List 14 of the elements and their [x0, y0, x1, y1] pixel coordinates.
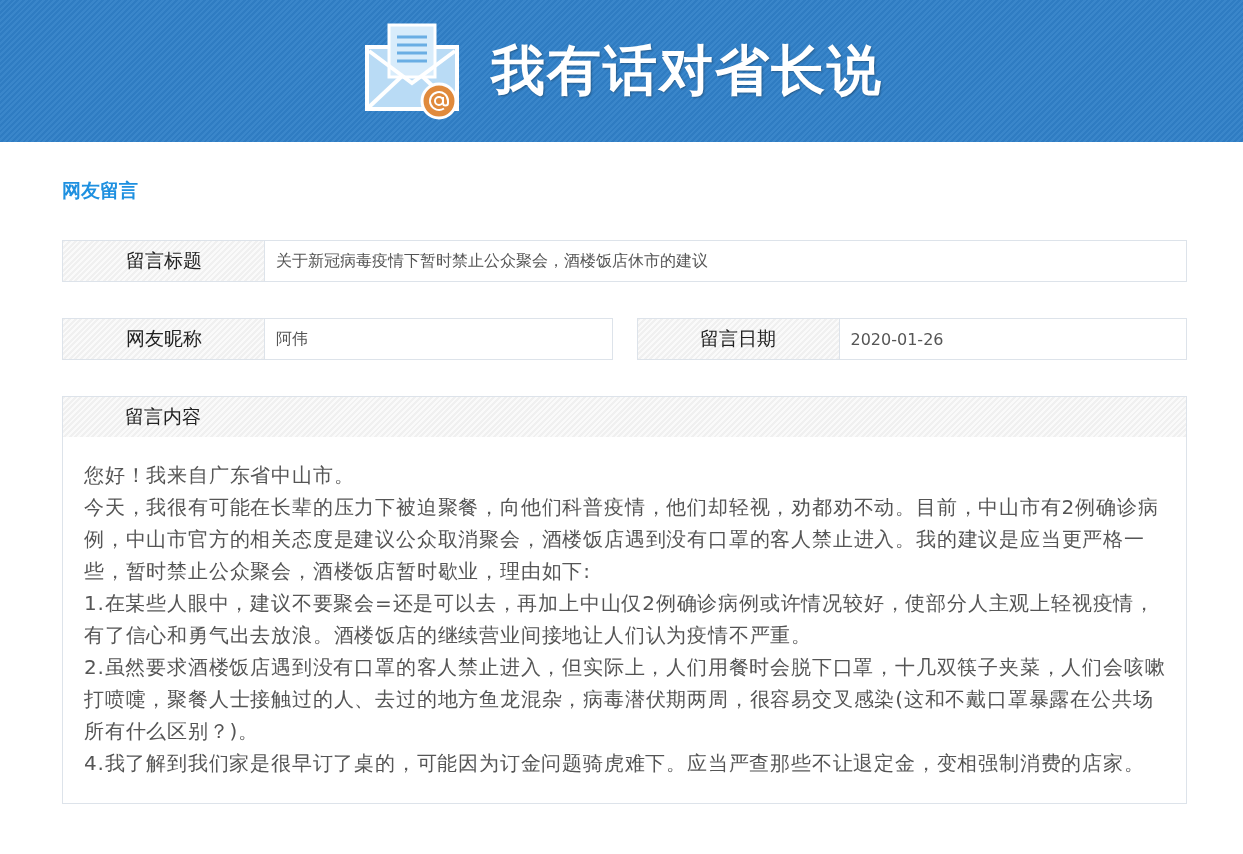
message-paragraph: 4.我了解到我们家是很早订了桌的，可能因为订金问题骑虎难下。应当严查那些不让退定金，变相强制消费的店家。	[84, 750, 1146, 777]
field-label: 网友昵称	[63, 319, 265, 359]
field-value: 2020-01-26	[849, 328, 945, 351]
field-label: 留言日期	[637, 319, 840, 359]
message-paragraph: 2.虽然要求酒楼饭店遇到没有口罩的客人禁止进入，但实际上，人们用餐时会脱下口罩，十几双筷子夹菜，人们会咳嗽打喷嚏，聚餐人士接触过的人、去过的地方鱼龙混杂，病毒潜伏期两周，很容易交叉感染(这和不戴口罩暴露在公共场所有什么区别？)。	[84, 654, 1166, 745]
message-paragraph: 1.在某些人眼中，建议不要聚会=还是可以去，再加上中山仅2例确诊病例或许情况较好，使部分人主观上轻视疫情，有了信心和勇气出去放浪。酒楼饭店的继续营业间接地让人们认为疫情不严重。	[84, 590, 1156, 649]
section-title: 网友留言	[62, 178, 138, 203]
message-paragraph: 今天，我很有可能在长辈的压力下被迫聚餐，向他们科普疫情，他们却轻视，劝都劝不动。目前，中山市有2例确诊病例，中山市官方的相关态度是建议公众取消聚会，酒楼饭店遇到没有口罩的客人禁止进入。我的建议是应当更严格一些，暂时禁止公众聚会，酒楼饭店暂时歇业，理由如下:	[84, 494, 1160, 585]
panel-label: 留言内容	[125, 404, 201, 429]
field-value: 关于新冠病毒疫情下暂时禁止公众聚会，酒楼饭店休市的建议	[275, 249, 709, 272]
field-value: 阿伟	[275, 327, 309, 350]
message-paragraph: 您好！我来自广东省中山市。	[84, 462, 356, 489]
banner-title: 我有话对省长说	[490, 36, 883, 104]
field-label: 留言标题	[63, 241, 265, 281]
